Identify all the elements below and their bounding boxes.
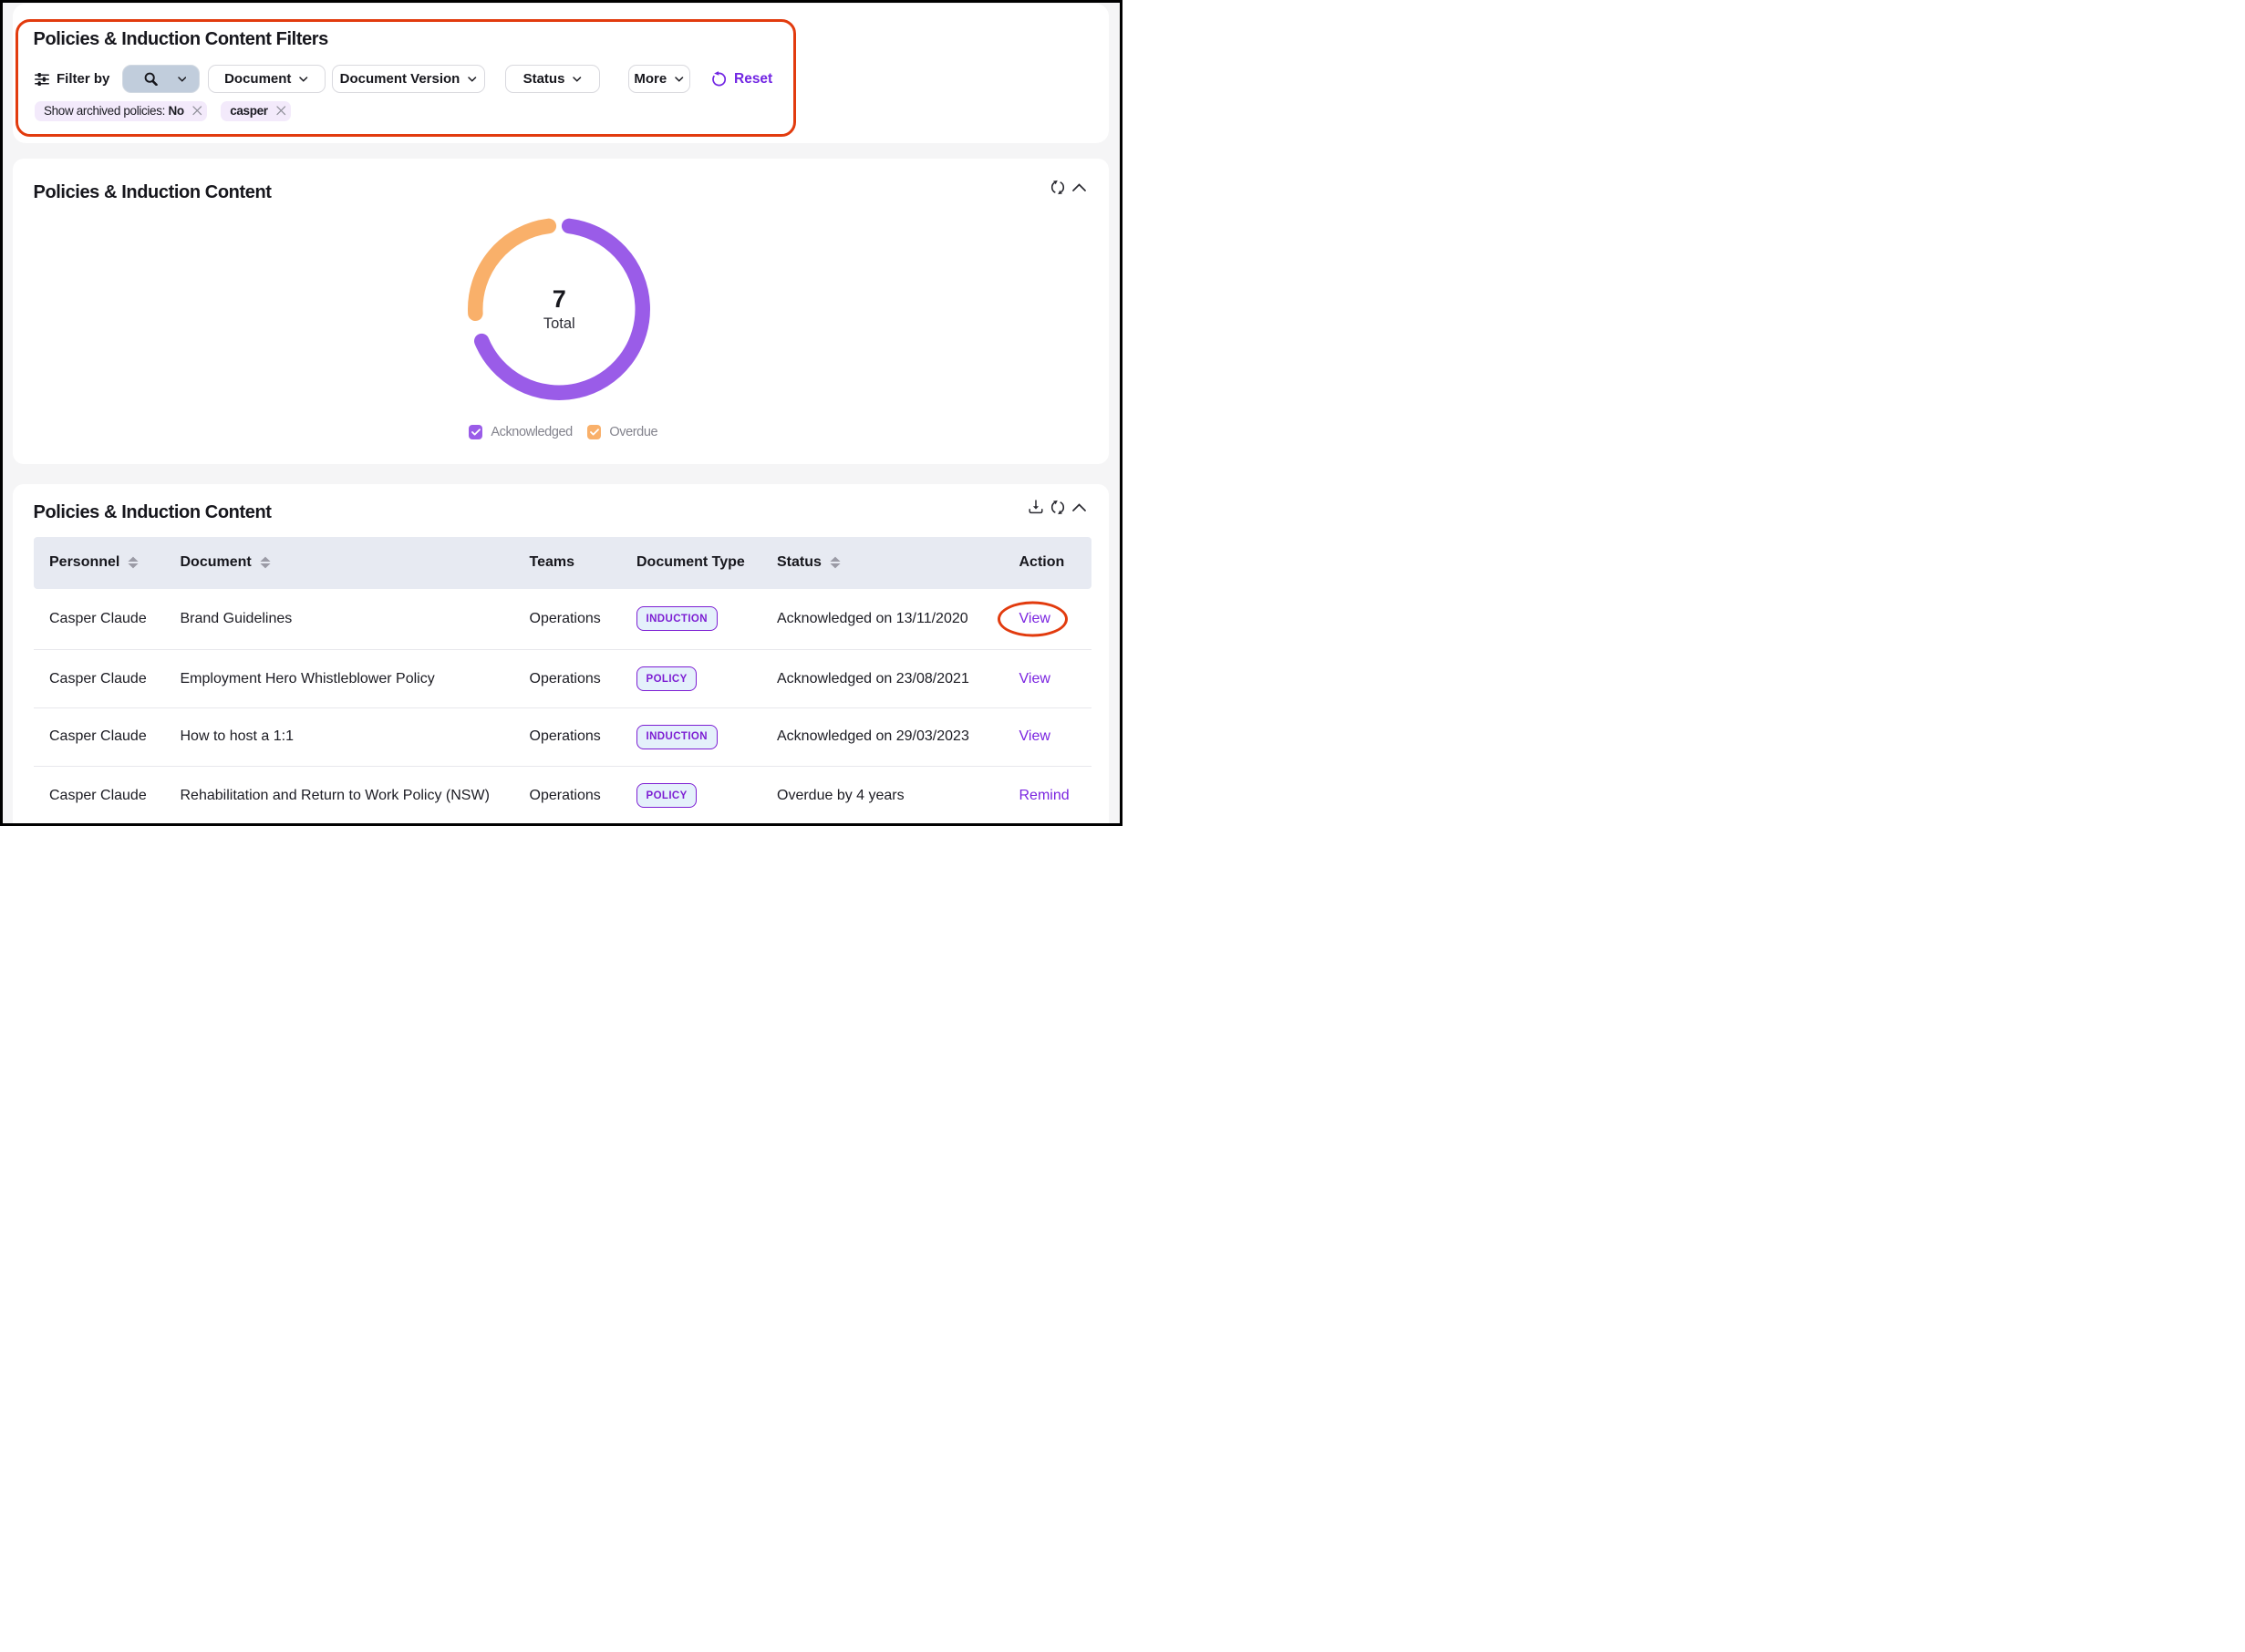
refresh-button[interactable]: [1050, 500, 1065, 514]
donut-chart: 7 Total: [450, 200, 668, 418]
sort-icon[interactable]: [259, 556, 272, 569]
cell-status: Overdue by 4 years: [777, 788, 1019, 804]
cell-document: Brand Guidelines: [181, 611, 530, 627]
cell-teams: Operations: [530, 728, 637, 745]
cell-document: How to host a 1:1: [181, 728, 530, 745]
filters-card: Policies & Induction Content Filters Fil…: [13, 4, 1109, 143]
chart-legend: Acknowledged Overdue: [16, 425, 1112, 439]
document-type-badge: POLICY: [636, 783, 697, 808]
chevron-down-icon: [573, 77, 582, 82]
refresh-icon: [1050, 180, 1065, 195]
donut-total-value: 7: [553, 286, 566, 314]
chevron-up-icon: [1072, 183, 1086, 191]
filter-by: Filter by: [35, 65, 109, 93]
status-filter-dropdown[interactable]: Status: [505, 65, 600, 93]
more-filters-dropdown[interactable]: More: [628, 65, 690, 93]
cell-personnel: Casper Claude: [49, 671, 181, 687]
collapse-button[interactable]: [1071, 500, 1086, 514]
cell-personnel: Casper Claude: [49, 728, 181, 745]
table-card-title: Policies & Induction Content: [34, 502, 272, 523]
cell-personnel: Casper Claude: [49, 611, 181, 627]
table-card-actions: [1029, 500, 1086, 514]
legend-item-acknowledged[interactable]: Acknowledged: [469, 425, 573, 439]
table-card: Policies & Induction Content: [13, 484, 1109, 826]
collapse-button[interactable]: [1071, 181, 1086, 195]
filters-card-title: Policies & Induction Content Filters: [34, 29, 328, 50]
table-row[interactable]: Casper Claude Brand Guidelines Operation…: [34, 589, 1091, 651]
sort-icon[interactable]: [127, 556, 140, 569]
reset-label: Reset: [734, 71, 772, 88]
chart-card: Policies & Induction Content 7: [13, 159, 1109, 464]
cell-personnel: Casper Claude: [49, 788, 181, 804]
checkbox-overdue[interactable]: [587, 425, 602, 439]
download-icon: [1029, 500, 1043, 514]
view-link[interactable]: View: [1019, 611, 1050, 627]
table-header-row: Personnel Document Teams Document Type S…: [34, 537, 1091, 589]
reset-icon: [711, 71, 726, 87]
chevron-down-icon: [468, 77, 477, 82]
cell-document: Employment Hero Whistleblower Policy: [181, 671, 530, 687]
active-filter-chips: Show archived policies: No casper: [35, 101, 291, 121]
reset-filters-button[interactable]: Reset: [711, 65, 772, 93]
donut-center: 7 Total: [450, 200, 668, 418]
table-body: Casper Claude Brand Guidelines Operation…: [34, 589, 1091, 825]
search-icon: [144, 72, 158, 86]
search-filter-button[interactable]: [122, 65, 200, 93]
sort-icon[interactable]: [829, 556, 842, 569]
close-icon[interactable]: [276, 106, 286, 116]
filter-row: Filter by Document Document Version Stat…: [13, 65, 1109, 93]
chevron-up-icon: [1072, 503, 1086, 511]
chart-card-title: Policies & Induction Content: [34, 182, 272, 203]
filter-by-label: Filter by: [57, 71, 109, 87]
cell-teams: Operations: [530, 788, 637, 804]
donut-total-label: Total: [543, 315, 575, 333]
check-icon: [471, 428, 481, 436]
screenshot-frame: Policies & Induction Content Filters Fil…: [0, 0, 1122, 826]
document-type-badge: INDUCTION: [636, 606, 718, 631]
checkbox-acknowledged[interactable]: [469, 425, 483, 439]
document-filter-dropdown[interactable]: Document: [208, 65, 326, 93]
cell-teams: Operations: [530, 611, 637, 627]
chevron-down-icon: [675, 77, 684, 82]
download-button[interactable]: [1029, 500, 1043, 514]
cell-status: Acknowledged on 13/11/2020: [777, 611, 1019, 627]
view-link[interactable]: View: [1019, 728, 1050, 745]
column-header-action[interactable]: Action: [1019, 554, 1092, 571]
document-version-filter-dropdown[interactable]: Document Version: [332, 65, 486, 93]
column-header-personnel[interactable]: Personnel: [49, 554, 181, 571]
filter-chip-search-term[interactable]: casper: [221, 101, 290, 121]
cell-teams: Operations: [530, 671, 637, 687]
remind-link[interactable]: Remind: [1019, 788, 1070, 804]
table-row[interactable]: Casper Claude Employment Hero Whistleblo…: [34, 650, 1091, 708]
refresh-icon: [1050, 500, 1065, 515]
refresh-button[interactable]: [1050, 181, 1065, 195]
sliders-icon: [35, 73, 49, 86]
cell-status: Acknowledged on 29/03/2023: [777, 728, 1019, 745]
document-type-badge: INDUCTION: [636, 725, 718, 749]
column-header-status[interactable]: Status: [777, 554, 1019, 571]
filter-chip-archived[interactable]: Show archived policies: No: [35, 101, 207, 121]
document-type-badge: POLICY: [636, 666, 697, 691]
column-header-document[interactable]: Document: [181, 554, 530, 571]
legend-item-overdue[interactable]: Overdue: [587, 425, 657, 439]
cell-document: Rehabilitation and Return to Work Policy…: [181, 788, 530, 804]
cell-status: Acknowledged on 23/08/2021: [777, 671, 1019, 687]
view-link[interactable]: View: [1019, 671, 1050, 687]
table-row[interactable]: Casper Claude Rehabilitation and Return …: [34, 767, 1091, 825]
table-row[interactable]: Casper Claude How to host a 1:1 Operatio…: [34, 708, 1091, 767]
check-icon: [590, 428, 599, 436]
close-icon[interactable]: [192, 106, 202, 116]
column-header-document-type[interactable]: Document Type: [636, 554, 777, 571]
column-header-teams[interactable]: Teams: [530, 554, 637, 571]
chevron-down-icon: [178, 77, 187, 82]
chevron-down-icon: [299, 77, 308, 82]
chart-card-actions: [1050, 181, 1087, 195]
